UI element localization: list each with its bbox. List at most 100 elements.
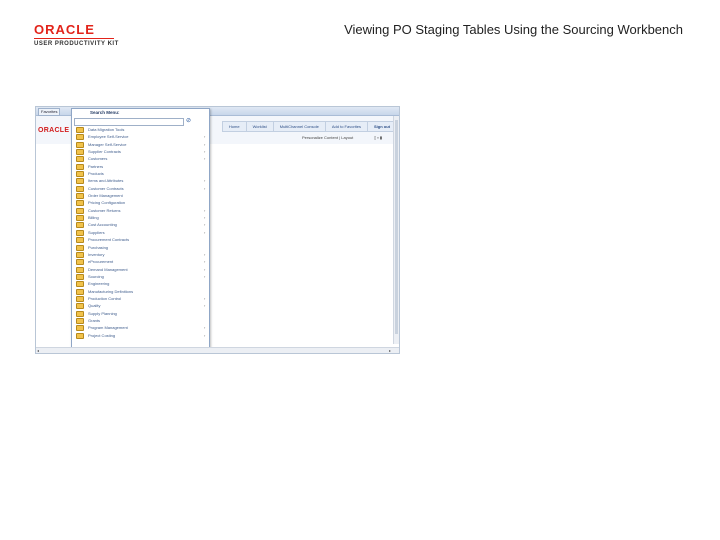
folder-icon xyxy=(76,178,84,185)
nav-home-link[interactable]: Home xyxy=(223,122,247,131)
header-nav-links: Home Worklist MultiChannel Console Add t… xyxy=(221,121,397,132)
folder-icon xyxy=(76,215,84,222)
nav-add-to-favorites-link[interactable]: Add to Favorites xyxy=(326,122,368,131)
folder-icon xyxy=(76,317,84,324)
submenu-arrow-icon: › xyxy=(204,178,206,184)
menu-item[interactable]: Data Migration Tools xyxy=(72,126,209,133)
folder-icon xyxy=(76,251,84,258)
submenu-arrow-icon: › xyxy=(204,215,206,221)
horizontal-scrollbar[interactable]: ◂ ▸ xyxy=(36,347,399,353)
submenu-arrow-icon: › xyxy=(204,295,206,301)
folder-icon xyxy=(76,281,84,288)
menu-item[interactable]: Employee Self-Service › xyxy=(72,133,209,141)
menu-item[interactable]: Pricing Configuration xyxy=(72,199,209,207)
folder-icon xyxy=(76,222,84,229)
vertical-scrollbar-thumb[interactable] xyxy=(395,120,398,334)
menu-item[interactable]: Billing › xyxy=(72,214,209,222)
menu-item[interactable]: Procurement Contracts xyxy=(72,236,209,244)
personalize-content-link[interactable]: Personalize Content | Layout xyxy=(302,135,353,140)
menu-item-label: Inventory xyxy=(88,251,105,257)
tab-favorites[interactable]: Favorites xyxy=(38,108,61,116)
submenu-arrow-icon: › xyxy=(204,156,206,162)
folder-icon xyxy=(76,193,84,200)
folder-icon xyxy=(76,229,84,236)
menu-item-label: Purchasing xyxy=(88,244,109,250)
folder-icon xyxy=(76,156,84,163)
menu-item[interactable]: Customers › xyxy=(72,155,209,163)
folder-icon xyxy=(76,200,84,207)
menu-item[interactable]: Items and Attributes › xyxy=(72,177,209,185)
menu-item-label: Grants xyxy=(88,317,101,323)
search-go-icon[interactable]: ⊘ xyxy=(186,118,191,125)
menu-item[interactable]: Supply Planning xyxy=(72,310,209,317)
menu-item-label: Sourcing xyxy=(88,273,104,279)
search-menu-input[interactable] xyxy=(74,118,184,126)
menu-item[interactable]: Program Management › xyxy=(72,324,209,332)
menu-item[interactable]: Customer Contracts › xyxy=(72,185,209,192)
menu-item[interactable]: Cost Accounting › xyxy=(72,221,209,229)
menu-item[interactable]: Engineering xyxy=(72,280,209,288)
folder-icon xyxy=(76,207,84,214)
menu-item-label: Employee Self-Service xyxy=(88,134,129,140)
menu-item[interactable]: Inventory › xyxy=(72,251,209,258)
folder-icon xyxy=(76,266,84,273)
menu-item-label: Program Management xyxy=(88,325,128,331)
menu-item[interactable]: Suppliers › xyxy=(72,229,209,236)
menu-item-label: Suppliers xyxy=(88,229,105,235)
submenu-arrow-icon: › xyxy=(204,141,206,147)
folder-icon xyxy=(76,310,84,317)
logo-brand: ORACLE xyxy=(34,22,95,37)
menu-item[interactable]: eProcurement › xyxy=(72,258,209,266)
nav-sign-out-link[interactable]: Sign out xyxy=(368,122,396,131)
folder-icon xyxy=(76,141,84,148)
submenu-arrow-icon: › xyxy=(204,134,206,140)
menu-item-label: Customer Contracts xyxy=(88,185,124,191)
menu-item-label: Manufacturing Definitions xyxy=(88,288,134,294)
nav-worklist-link[interactable]: Worklist xyxy=(247,122,274,131)
menu-item[interactable]: Manufacturing Definitions xyxy=(72,288,209,295)
menu-item-label: Project Costing xyxy=(88,332,116,338)
menu-item[interactable]: Production Control › xyxy=(72,295,209,302)
menu-item-label: Supply Planning xyxy=(88,310,117,316)
submenu-arrow-icon: › xyxy=(204,303,206,309)
menu-item[interactable]: Supplier Contracts › xyxy=(72,148,209,156)
folder-icon xyxy=(76,149,84,156)
submenu-arrow-icon: › xyxy=(204,273,206,279)
menu-item-label: Products xyxy=(88,171,104,177)
menu-item-label: Pricing Configuration xyxy=(88,200,126,206)
menu-item-label: Order Management xyxy=(88,193,123,199)
submenu-arrow-icon: › xyxy=(204,229,206,235)
menu-item-label: Procurement Contracts xyxy=(88,237,130,243)
submenu-arrow-icon: › xyxy=(204,251,206,257)
menu-item[interactable]: Partners xyxy=(72,163,209,170)
menu-item-label: eProcurement xyxy=(88,259,114,265)
nav-multichannel-console-link[interactable]: MultiChannel Console xyxy=(274,122,326,131)
menu-item[interactable]: Manager Self-Service › xyxy=(72,141,209,148)
page-tools-icon[interactable]: ▯ ▪ ▮ xyxy=(374,135,382,140)
app-logo: ORACLE xyxy=(38,127,70,134)
submenu-arrow-icon: › xyxy=(204,207,206,213)
menu-item-label: Data Migration Tools xyxy=(88,127,125,132)
menu-item[interactable]: Sourcing › xyxy=(72,273,209,280)
menu-item-list: Data Migration Tools Employee Self-Servic… xyxy=(72,126,209,339)
menu-item[interactable]: Customer Returns › xyxy=(72,207,209,214)
scroll-left-icon[interactable]: ◂ xyxy=(37,348,39,353)
vertical-scrollbar[interactable] xyxy=(393,116,399,344)
scroll-right-icon[interactable]: ▸ xyxy=(389,348,391,353)
folder-icon xyxy=(76,288,84,295)
menu-item[interactable]: Products xyxy=(72,170,209,178)
folder-icon xyxy=(76,244,84,251)
logo-tagline: USER PRODUCTIVITY KIT xyxy=(34,41,119,47)
menu-item-label: Manager Self-Service xyxy=(88,141,127,147)
menu-item-label: Cost Accounting xyxy=(88,222,117,228)
menu-item[interactable]: Purchasing xyxy=(72,244,209,251)
menu-item[interactable]: Project Costing › xyxy=(72,332,209,339)
folder-icon xyxy=(76,185,84,192)
menu-item[interactable]: Grants xyxy=(72,317,209,324)
menu-item[interactable]: Order Management xyxy=(72,192,209,200)
folder-icon xyxy=(76,259,84,266)
menu-item-label: Supplier Contracts xyxy=(88,149,121,155)
menu-item[interactable]: Demand Management › xyxy=(72,266,209,273)
menu-item[interactable]: Quality › xyxy=(72,302,209,310)
folder-icon xyxy=(76,134,84,141)
